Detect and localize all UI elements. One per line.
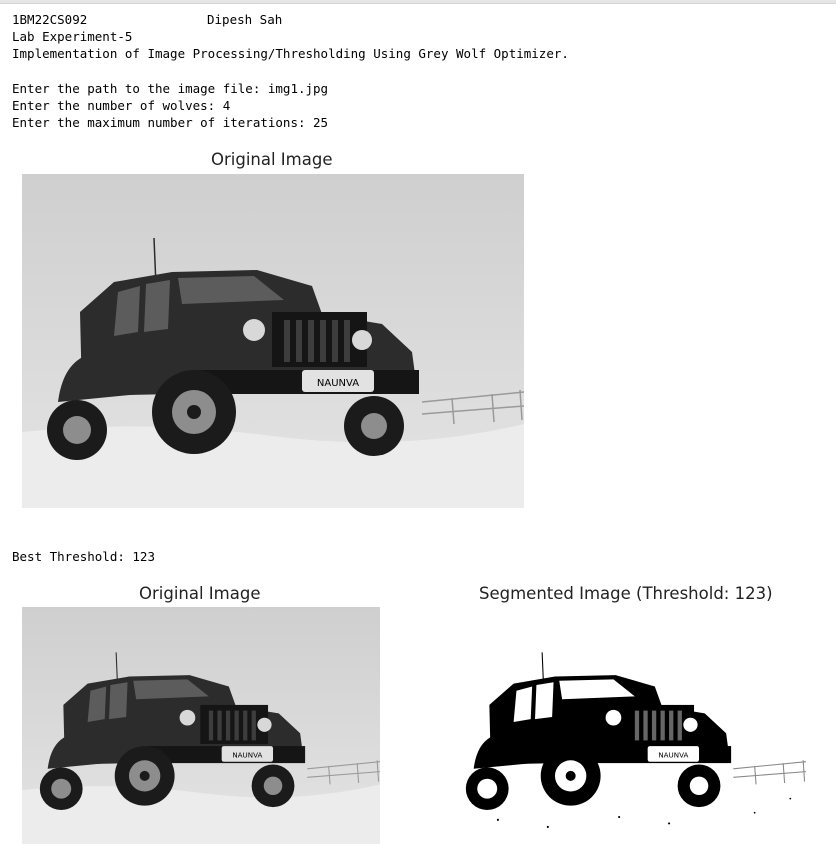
student-name-text: Dipesh Sah bbox=[207, 12, 283, 27]
svg-text:NAUNVA: NAUNVA bbox=[232, 750, 262, 759]
original-image-small: NAUNVA bbox=[22, 607, 380, 844]
svg-text:NAUNVA: NAUNVA bbox=[658, 750, 688, 759]
image-path-prompt: Enter the path to the image file: img1.j… bbox=[12, 81, 329, 96]
window-top-border bbox=[0, 0, 836, 4]
usn-text: 1BM22CS092 bbox=[12, 12, 88, 27]
original-image-large: NAUNVA bbox=[22, 174, 524, 508]
lab-title-text: Lab Experiment-5 bbox=[12, 29, 133, 44]
figure2-right-title: Segmented Image (Threshold: 123) bbox=[479, 584, 773, 603]
wolves-prompt: Enter the number of wolves: 4 bbox=[12, 98, 231, 113]
figure2-left-title: Original Image bbox=[139, 584, 261, 603]
svg-text:NAUNVA: NAUNVA bbox=[317, 378, 359, 389]
segmented-image: NAUNVA bbox=[448, 607, 806, 844]
iterations-prompt: Enter the maximum number of iterations: … bbox=[12, 115, 329, 130]
experiment-description-text: Implementation of Image Processing/Thres… bbox=[12, 46, 569, 61]
best-threshold-text: Best Threshold: 123 bbox=[12, 549, 155, 564]
figure1-title: Original Image bbox=[211, 150, 333, 169]
